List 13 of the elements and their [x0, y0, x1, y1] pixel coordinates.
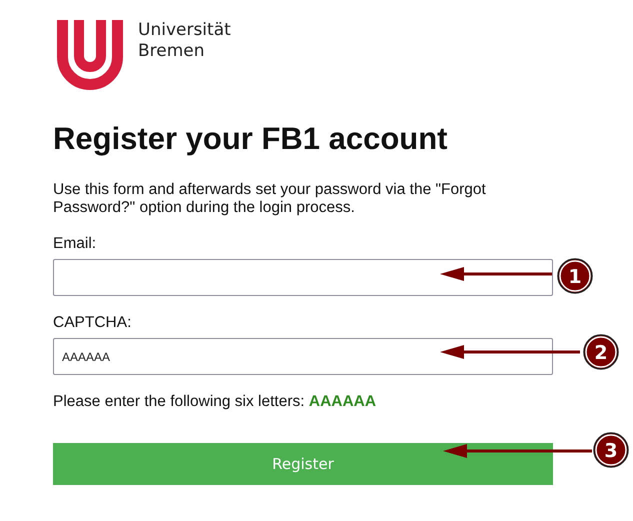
email-field[interactable]: [53, 259, 553, 296]
step-badge: 3: [593, 432, 629, 468]
field-label: Email:: [53, 235, 98, 253]
field-label: CAPTCHA:: [53, 314, 132, 332]
intro-text: Use this form and afterwards set your password via the "Forgot Password?" option during the login process.: [53, 181, 487, 217]
university-name: Bremen: [138, 41, 206, 62]
captcha-hint: Please enter the following six letters: AAAAAA: [53, 393, 378, 411]
page-heading: Register your FB1 account: [53, 121, 448, 157]
university-name: Universität: [138, 20, 231, 41]
step-badge: 2: [583, 334, 619, 370]
logo-icon: [57, 20, 123, 90]
step-badge: 1: [557, 258, 593, 294]
captcha-field[interactable]: AAAAAA: [53, 338, 553, 375]
